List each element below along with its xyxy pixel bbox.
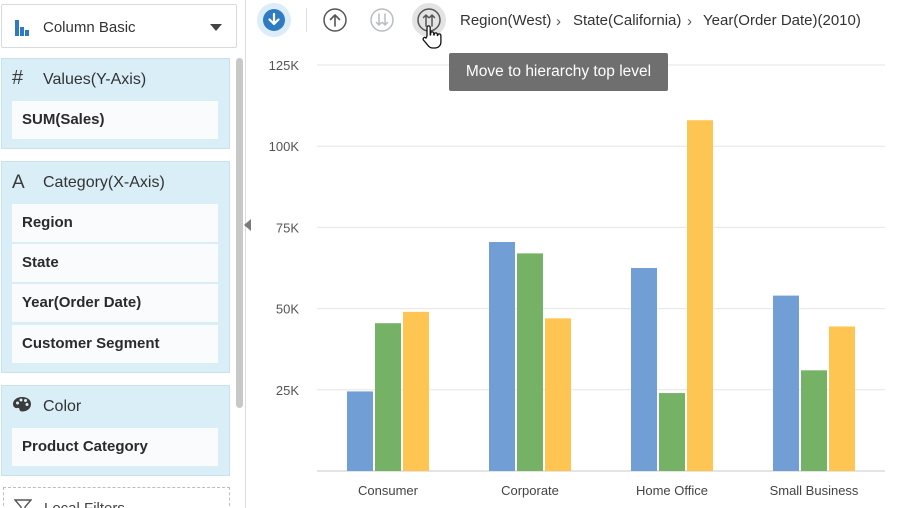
local-filters-dropzone[interactable]: Local Filters bbox=[3, 487, 230, 508]
hash-icon: # bbox=[12, 67, 24, 89]
chart-type-label: Column Basic bbox=[43, 19, 136, 36]
breadcrumb-year: Year(Order Date)(2010) bbox=[703, 12, 861, 29]
y-tick-label: 50K bbox=[276, 302, 299, 317]
field-state[interactable]: State bbox=[12, 244, 218, 282]
field-region[interactable]: Region bbox=[12, 204, 218, 242]
field-sum-sales[interactable]: SUM(Sales) bbox=[12, 101, 218, 139]
bar[interactable] bbox=[687, 120, 713, 471]
drill-down-button[interactable] bbox=[257, 3, 291, 37]
local-filters-label: Local Filters bbox=[44, 500, 125, 508]
field-panel: Column Basic # Values(Y-Axis) SUM(Sales)… bbox=[0, 0, 246, 508]
breadcrumb-state[interactable]: State(California) bbox=[573, 12, 681, 29]
drill-down-all-button[interactable] bbox=[365, 3, 399, 37]
bar[interactable] bbox=[545, 318, 571, 471]
bar-chart-icon bbox=[15, 20, 30, 36]
chevron-right-icon: › bbox=[687, 13, 692, 30]
bar[interactable] bbox=[829, 326, 855, 471]
values-section: # Values(Y-Axis) SUM(Sales) bbox=[1, 58, 230, 149]
tooltip: Move to hierarchy top level bbox=[449, 53, 668, 91]
y-tick-label: 100K bbox=[269, 139, 300, 154]
bar[interactable] bbox=[659, 393, 685, 471]
breadcrumb-region[interactable]: Region(West) bbox=[460, 12, 551, 29]
x-tick-label: Home Office bbox=[636, 483, 708, 498]
chevron-right-icon: › bbox=[556, 13, 561, 30]
field-year-order-date[interactable]: Year(Order Date) bbox=[12, 284, 218, 322]
panel-scrollbar[interactable] bbox=[236, 58, 243, 408]
hand-pointer-icon bbox=[422, 25, 442, 49]
drill-up-button[interactable] bbox=[318, 3, 352, 37]
field-product-category[interactable]: Product Category bbox=[12, 428, 218, 466]
letter-a-icon: A bbox=[12, 172, 25, 193]
field-customer-segment[interactable]: Customer Segment bbox=[12, 325, 218, 363]
bar[interactable] bbox=[631, 268, 657, 471]
bar[interactable] bbox=[403, 311, 429, 471]
filter-icon bbox=[13, 499, 33, 508]
x-tick-label: Small Business bbox=[770, 483, 859, 498]
bar[interactable] bbox=[801, 370, 827, 471]
bar[interactable] bbox=[347, 391, 373, 471]
y-tick-label: 25K bbox=[276, 383, 299, 398]
palette-icon bbox=[12, 395, 32, 418]
chart-type-dropdown[interactable]: Column Basic bbox=[1, 4, 237, 48]
category-section: A Category(X-Axis) Region State Year(Ord… bbox=[1, 161, 230, 373]
x-tick-label: Consumer bbox=[358, 483, 419, 498]
arrow-up-circle-icon bbox=[323, 8, 347, 32]
bar[interactable] bbox=[489, 242, 515, 471]
double-arrow-down-icon bbox=[370, 8, 394, 32]
arrow-down-circle-icon bbox=[263, 9, 285, 31]
x-tick-label: Corporate bbox=[501, 483, 559, 498]
color-section: Color Product Category bbox=[1, 385, 230, 476]
y-tick-label: 125K bbox=[269, 58, 300, 73]
toolbar-divider bbox=[306, 8, 307, 32]
color-section-title: Color bbox=[43, 398, 82, 415]
column-chart: 25K 50K 75K 100K 125K Consumer Corporate Home O… bbox=[269, 58, 885, 498]
bar[interactable] bbox=[773, 295, 799, 471]
bar[interactable] bbox=[517, 253, 543, 471]
y-tick-label: 75K bbox=[276, 220, 299, 235]
chevron-down-icon[interactable] bbox=[210, 24, 222, 31]
values-section-title: Values(Y-Axis) bbox=[43, 71, 147, 88]
category-section-title: Category(X-Axis) bbox=[43, 174, 165, 191]
bar[interactable] bbox=[375, 323, 401, 471]
